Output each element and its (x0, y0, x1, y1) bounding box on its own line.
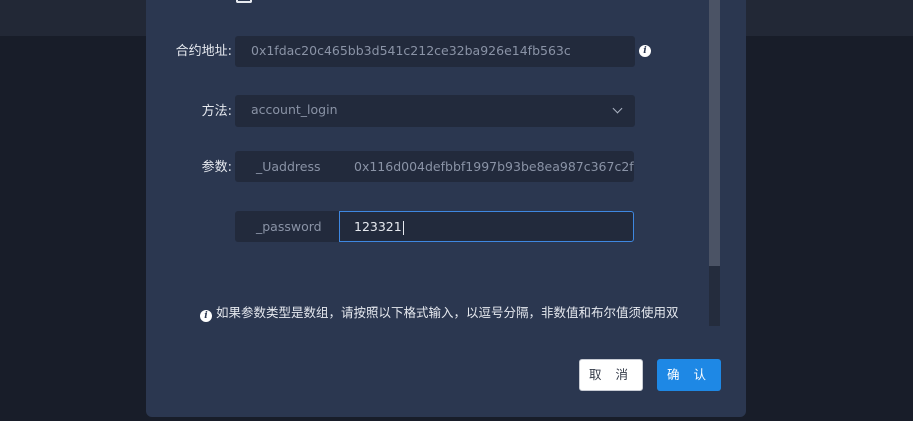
param-value-text: 123321 (354, 219, 402, 234)
scrollbar[interactable] (709, 0, 720, 326)
param-row: _Uaddress 0x116d004defbbf1997b93be8ea987… (235, 151, 634, 182)
confirm-button[interactable]: 确 认 (657, 359, 721, 391)
param-name: _password (235, 211, 339, 242)
hint-text: i 如果参数类型是数组，请按照以下格式输入，以逗号分隔，非数值和布尔值须使用双 (200, 305, 679, 322)
contract-call-dialog: 合约地址: 0x1fdac20c465bb3d541c212ce32ba926e… (146, 0, 746, 417)
info-icon: i (200, 310, 212, 322)
method-select-value: account_login (251, 102, 338, 117)
method-select[interactable]: account_login (235, 95, 635, 127)
param-value-input[interactable]: 123321 (339, 211, 634, 242)
param-name: _Uaddress (235, 151, 339, 182)
method-label: 方法: (201, 104, 232, 119)
chevron-down-icon[interactable] (612, 103, 623, 114)
param-value-input[interactable]: 0x116d004defbbf1997b93be8ea987c367c2f02 (339, 151, 634, 182)
checkbox[interactable] (236, 0, 252, 3)
cancel-button[interactable]: 取 消 (579, 359, 643, 391)
hint-message: 如果参数类型是数组，请按照以下格式输入，以逗号分隔，非数值和布尔值须使用双 (216, 305, 679, 320)
params-label: 参数: (201, 160, 232, 175)
scrollbar-thumb[interactable] (709, 0, 720, 266)
text-caret (402, 220, 404, 235)
contract-address-label: 合约地址: (175, 44, 232, 59)
info-icon[interactable]: i (639, 45, 651, 57)
param-row: _password 123321 (235, 211, 634, 242)
contract-address-field[interactable]: 0x1fdac20c465bb3d541c212ce32ba926e14fb56… (235, 36, 635, 67)
